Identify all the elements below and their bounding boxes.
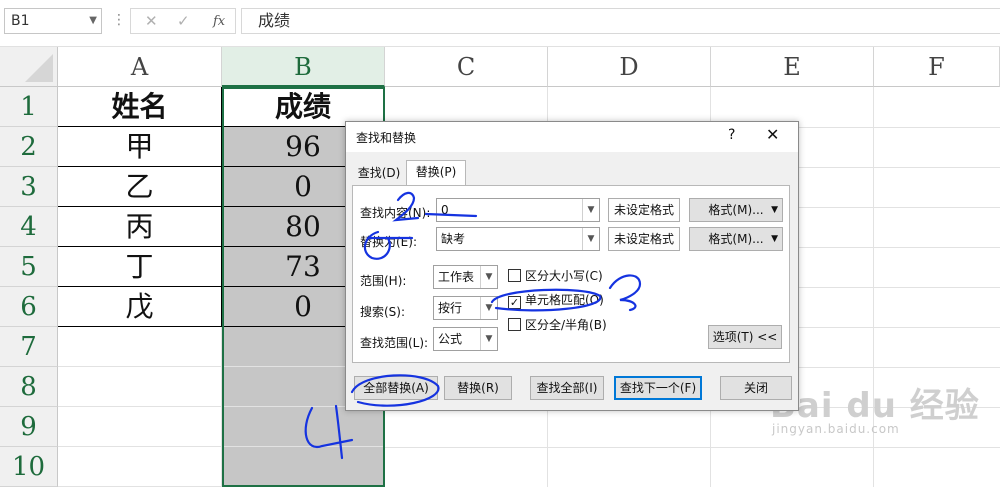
row-header-10[interactable]: 10 <box>0 447 58 487</box>
formula-input[interactable]: 成绩 <box>241 8 1000 34</box>
replace-with-label: 替换为(E): <box>360 235 417 249</box>
look-in-value: 公式 <box>438 332 463 346</box>
checkbox-icon[interactable] <box>508 318 521 331</box>
search-select[interactable]: 按行 ▼ <box>433 296 498 320</box>
name-box-value: B1 <box>11 13 30 29</box>
look-in-select[interactable]: 公式 ▼ <box>433 327 498 351</box>
more-icon: ⋮ <box>112 12 126 28</box>
watermark-url: jingyan.baidu.com <box>772 422 900 436</box>
cell-a7[interactable] <box>58 327 222 367</box>
row-header-9[interactable]: 9 <box>0 407 58 447</box>
find-format-preview: 未设定格式 <box>608 198 680 222</box>
replace-format-button[interactable]: 格式(M)... ▼ <box>689 227 783 251</box>
name-box[interactable]: B1 ▼ <box>4 8 102 34</box>
cancel-icon[interactable]: ✕ <box>145 12 158 30</box>
row-header-5[interactable]: 5 <box>0 247 58 287</box>
replace-with-input[interactable]: 缺考 ▼ <box>436 227 600 251</box>
cell-a5[interactable]: 丁 <box>58 247 222 287</box>
chevron-down-icon[interactable]: ▼ <box>480 266 497 288</box>
cell-a1[interactable]: 姓名 <box>58 87 222 127</box>
match-cell-label: 单元格匹配(O) <box>525 293 604 307</box>
match-width-checkbox[interactable]: 区分全/半角(B) <box>508 316 607 333</box>
replace-all-button[interactable]: 全部替换(A) <box>354 376 438 400</box>
dialog-title: 查找和替换 <box>356 131 417 145</box>
column-header-d[interactable]: D <box>548 47 711 87</box>
close-button[interactable]: 关闭 <box>720 376 792 400</box>
row-header-8[interactable]: 8 <box>0 367 58 407</box>
chevron-down-icon[interactable]: ▼ <box>480 297 497 319</box>
watermark-brand: Bai du 经验 <box>770 386 980 426</box>
find-format-button[interactable]: 格式(M)... ▼ <box>689 198 783 222</box>
replace-format-label: 格式(M)... <box>708 232 764 246</box>
cell-a8[interactable] <box>58 367 222 407</box>
row-header-6[interactable]: 6 <box>0 287 58 327</box>
cell-a2[interactable]: 甲 <box>58 127 222 167</box>
match-case-label: 区分大小写(C) <box>525 269 603 283</box>
find-next-button[interactable]: 查找下一个(F) <box>614 376 702 400</box>
cell-a4[interactable]: 丙 <box>58 207 222 247</box>
cell-a3[interactable]: 乙 <box>58 167 222 207</box>
match-cell-checkbox[interactable]: ✓ 单元格匹配(O) <box>508 291 604 309</box>
chevron-down-icon[interactable]: ▼ <box>480 328 497 350</box>
formula-bar: B1 ▼ ⋮ ✕ ✓ fx 成绩 <box>0 0 1000 47</box>
formula-buttons: ✕ ✓ fx <box>130 8 236 34</box>
cell-a9[interactable] <box>58 407 222 447</box>
search-value: 按行 <box>438 301 463 315</box>
row-header-2[interactable]: 2 <box>0 127 58 167</box>
within-select[interactable]: 工作表 ▼ <box>433 265 498 289</box>
chevron-down-icon[interactable]: ▼ <box>582 228 599 250</box>
chevron-down-icon[interactable]: ▼ <box>771 228 778 250</box>
within-value: 工作表 <box>438 270 475 284</box>
replace-format-preview: 未设定格式 <box>608 227 680 251</box>
insert-function-icon[interactable]: fx <box>213 14 225 29</box>
cell-a10[interactable] <box>58 447 222 487</box>
row-header-3[interactable]: 3 <box>0 167 58 207</box>
cell-b9[interactable] <box>222 407 385 447</box>
match-case-checkbox[interactable]: 区分大小写(C) <box>508 267 603 284</box>
find-all-button[interactable]: 查找全部(I) <box>530 376 604 400</box>
cell-b10[interactable] <box>222 447 385 487</box>
chevron-down-icon[interactable]: ▼ <box>582 199 599 221</box>
tab-find[interactable]: 查找(D) <box>354 162 404 184</box>
replace-with-value: 缺考 <box>441 232 466 246</box>
find-what-input[interactable]: 0 ▼ <box>436 198 600 222</box>
replace-button[interactable]: 替换(R) <box>444 376 512 400</box>
within-label: 范围(H): <box>360 274 407 288</box>
column-header-a[interactable]: A <box>58 47 222 87</box>
chevron-down-icon[interactable]: ▼ <box>771 199 778 221</box>
column-header-b[interactable]: B <box>222 47 385 87</box>
close-icon[interactable]: ✕ <box>766 125 779 144</box>
column-header-f[interactable]: F <box>874 47 1000 87</box>
find-format-label: 格式(M)... <box>708 203 764 217</box>
find-what-label: 查找内容(N): <box>360 206 431 220</box>
tab-replace[interactable]: 替换(P) <box>406 160 466 187</box>
dialog-titlebar: 查找和替换 ? ✕ <box>346 122 798 152</box>
cell-a6[interactable]: 戊 <box>58 287 222 327</box>
column-header-e[interactable]: E <box>711 47 874 87</box>
column-header-c[interactable]: C <box>385 47 548 87</box>
row-header-1[interactable]: 1 <box>0 87 58 127</box>
find-what-value: 0 <box>441 203 449 217</box>
row-header-7[interactable]: 7 <box>0 327 58 367</box>
options-button[interactable]: 选项(T) << <box>708 325 782 349</box>
select-all-corner[interactable] <box>0 47 58 87</box>
baidu-watermark: Bai du 经验 jingyan.baidu.com <box>770 378 980 436</box>
look-in-label: 查找范围(L): <box>360 336 429 350</box>
help-icon[interactable]: ? <box>728 127 735 143</box>
chevron-down-icon[interactable]: ▼ <box>89 9 97 33</box>
enter-icon[interactable]: ✓ <box>177 12 190 30</box>
find-replace-dialog: 查找和替换 ? ✕ 查找(D) 替换(P) 查找内容(N): 0 ▼ 未设定格式… <box>345 121 799 411</box>
search-label: 搜索(S): <box>360 305 406 319</box>
match-width-label: 区分全/半角(B) <box>525 318 607 332</box>
row-header-4[interactable]: 4 <box>0 207 58 247</box>
checkbox-checked-icon[interactable]: ✓ <box>508 296 521 309</box>
checkbox-icon[interactable] <box>508 269 521 282</box>
